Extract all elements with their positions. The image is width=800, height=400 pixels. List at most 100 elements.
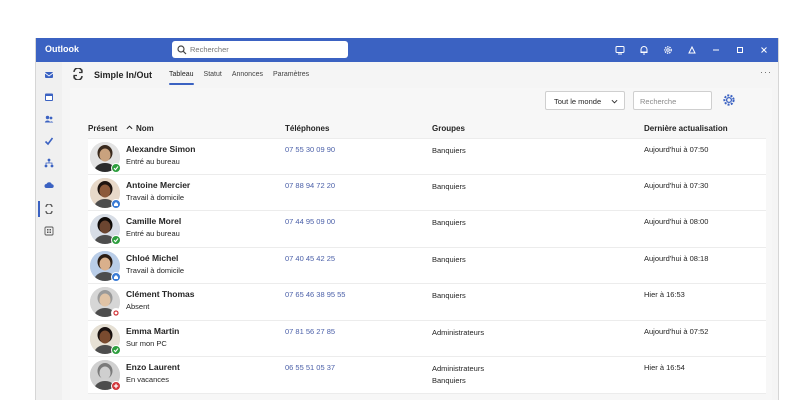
minimize-icon[interactable] [704,38,728,62]
table-header: Présent Nom Téléphones Groupes Dernière … [88,122,766,138]
board-panel: Tout le monde Recherche Présent Nom Télé… [70,88,772,400]
apps-icon[interactable] [41,223,57,239]
presence-status-icon [111,271,121,282]
group-label: Banquiers [432,181,466,191]
header-present[interactable]: Présent [88,124,117,133]
copilot-icon[interactable] [680,38,704,62]
phone-link[interactable]: 07 40 45 42 25 [285,254,335,263]
more-options-button[interactable]: ··· [760,67,772,77]
employee-status: Absent [126,302,150,311]
group-label: Administrateurs [432,364,485,373]
header-phones[interactable]: Téléphones [285,124,329,133]
table-row[interactable]: Chloé Michel Travail à domicile 07 40 45 4… [88,247,766,284]
todo-check-icon[interactable] [41,133,57,149]
title-bar: Outlook [36,38,778,62]
group-label: Banquiers [432,254,466,264]
employee-status: Sur mon PC [126,338,167,348]
app-title: Outlook [45,44,79,54]
tab-annonces[interactable]: Annonces [228,62,267,88]
calendar-icon[interactable] [41,89,57,105]
gear-icon[interactable] [656,38,680,62]
phone-link[interactable]: 07 81 56 27 85 [285,327,335,336]
phone-link[interactable]: 07 55 30 09 90 [285,145,335,154]
outlook-window: Outlook Simple In/Out Tableau S [35,38,779,400]
header-groups[interactable]: Groupes [432,124,465,133]
employee-status: Travail à domicile [126,265,185,275]
table-row[interactable]: Antoine Mercier Travail à domicile 07 88 9… [88,174,766,211]
phone-link[interactable]: 07 65 46 38 95 55 [285,290,345,299]
employee-name[interactable]: Enzo Laurent [126,362,180,372]
tab-statut[interactable]: Statut [200,62,226,88]
employee-status: Travail à domicile [126,192,185,202]
close-icon[interactable] [752,38,776,62]
group-label: Banquiers [432,291,466,300]
org-chart-icon[interactable] [41,155,57,171]
people-icon[interactable] [41,111,57,127]
tab-tableau[interactable]: Tableau [165,62,198,88]
sort-up-icon[interactable] [126,124,133,131]
table-row[interactable]: Emma Martin Sur mon PC 07 81 56 27 85 Admin… [88,320,766,357]
last-update: Aujourd'hui à 07:52 [644,326,709,336]
last-update: Aujourd'hui à 08:18 [644,253,709,263]
employee-name[interactable]: Camille Morel [126,216,181,226]
group-label: Banquiers [432,218,466,227]
table-row[interactable]: Clément Thomas Absent 07 65 46 38 95 55 Ban… [88,284,766,321]
global-search-input[interactable] [190,45,340,54]
groups-cell: Banquiers [432,254,466,266]
groups-cell: Administrateurs Banquiers [432,363,484,387]
group-label: Banquiers [432,146,466,155]
last-update: Hier à 16:54 [644,363,685,372]
app-header: Simple In/Out Tableau Statut Annonces Pa… [62,62,778,88]
last-update: Aujourd'hui à 07:50 [644,145,709,154]
last-update: Aujourd'hui à 08:00 [644,217,709,226]
groups-cell: Banquiers [432,217,466,229]
presence-status-icon [111,344,121,355]
table-row[interactable]: Camille Morel Entré au bureau 07 44 95 09 … [88,211,766,248]
employee-status: Entré au bureau [126,157,180,166]
app-name: Simple In/Out [94,70,153,80]
presence-status-icon [111,381,121,391]
simple-in-out-icon[interactable] [38,201,57,217]
board-search-input[interactable]: Recherche [633,91,712,110]
header-last-update[interactable]: Dernière actualisation [644,124,728,133]
table-row[interactable]: Alexandre Simon Entré au bureau 07 55 30 0… [88,138,766,175]
phone-link[interactable]: 06 55 51 05 37 [285,363,335,372]
header-name[interactable]: Nom [136,124,154,133]
left-rail [36,62,62,400]
app-tabs: Tableau Statut Annonces Paramètres [165,62,315,88]
chevron-down-icon [611,99,618,104]
phone-link[interactable]: 07 88 94 72 20 [285,181,335,190]
last-update: Hier à 16:53 [644,290,685,299]
gear-icon[interactable] [722,93,736,107]
employee-name[interactable]: Alexandre Simon [126,144,195,154]
mail-icon[interactable] [41,67,57,83]
global-search[interactable] [172,41,348,58]
groups-cell: Administrateurs [432,327,484,339]
search-icon [177,44,187,54]
groups-cell: Banquiers [432,145,466,157]
employee-status: En vacances [126,375,169,384]
group-filter-value: Tout le monde [554,97,602,106]
meet-now-icon[interactable] [608,38,632,62]
maximize-icon[interactable] [728,38,752,62]
employee-name[interactable]: Emma Martin [126,326,179,336]
phone-link[interactable]: 07 44 95 09 00 [285,217,335,226]
presence-status-icon [111,198,121,209]
tab-parametres[interactable]: Paramètres [269,62,313,88]
employee-name[interactable]: Clément Thomas [126,289,195,299]
presence-status-icon [111,235,121,245]
employee-name[interactable]: Antoine Mercier [126,180,190,190]
bell-icon[interactable] [632,38,656,62]
presence-table: Présent Nom Téléphones Groupes Dernière … [88,122,766,394]
groups-cell: Banquiers [432,181,466,193]
groups-cell: Banquiers [432,290,466,302]
group-filter-select[interactable]: Tout le monde [545,91,625,110]
simple-in-out-logo-icon [73,68,83,80]
last-update: Aujourd'hui à 07:30 [644,180,709,190]
table-row[interactable]: Enzo Laurent En vacances 06 55 51 05 37 Adm… [88,357,766,394]
presence-status-icon [111,163,121,173]
presence-status-icon [111,308,121,318]
group-label: Administrateurs [432,327,485,337]
cloud-icon[interactable] [41,177,57,193]
employee-name[interactable]: Chloé Michel [126,253,178,263]
